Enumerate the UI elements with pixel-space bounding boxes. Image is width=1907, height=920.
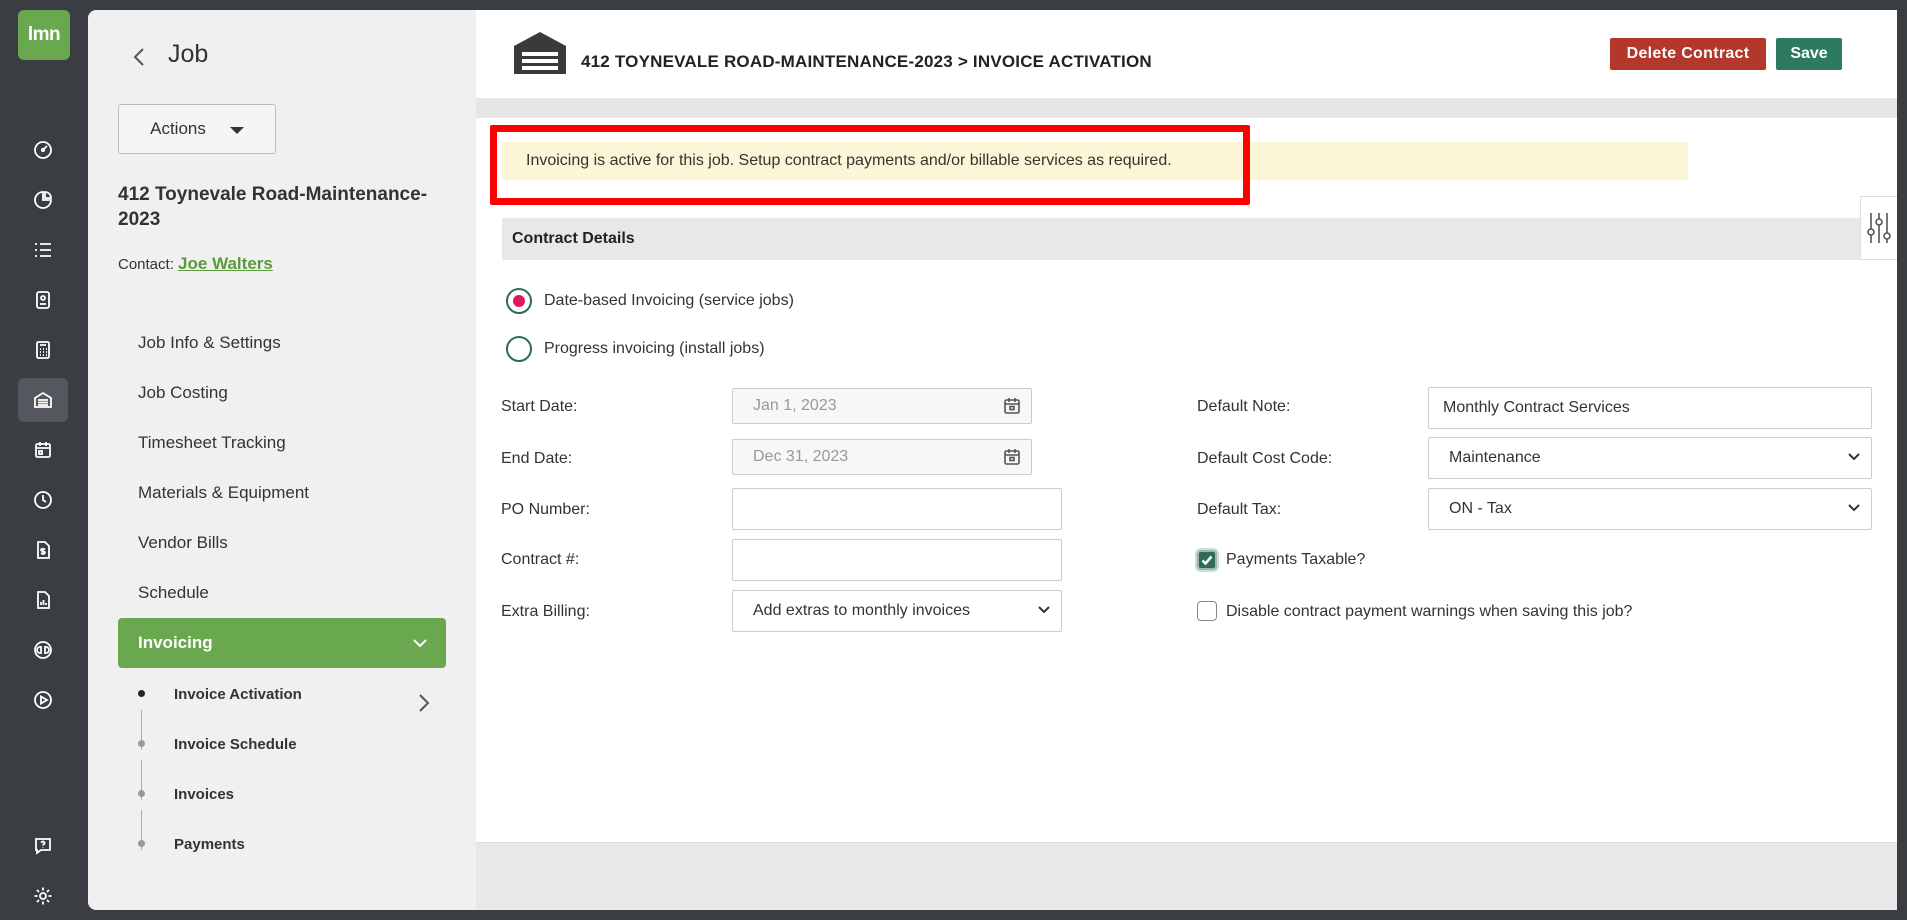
nav-timesheet-tracking[interactable]: Timesheet Tracking [138, 433, 286, 453]
contract-number-input[interactable] [732, 539, 1062, 581]
chevron-down-icon [413, 639, 427, 648]
po-number-input[interactable] [732, 488, 1062, 530]
nav-materials-equipment[interactable]: Materials & Equipment [138, 483, 309, 503]
job-contact: Contact: Joe Walters [118, 254, 273, 274]
tree-dot [138, 690, 145, 697]
clock-icon[interactable] [18, 478, 68, 522]
po-number-label: PO Number: [501, 501, 590, 518]
default-tax-select[interactable]: ON - Tax [1428, 488, 1872, 530]
payments-taxable-checkbox[interactable] [1197, 550, 1217, 570]
quickbooks-icon[interactable] [18, 628, 68, 672]
header-divider [476, 98, 1897, 118]
default-tax-label: Default Tax: [1197, 501, 1282, 518]
invoicing-active-notice: Invoicing is active for this job. Setup … [502, 142, 1688, 180]
start-date-value: Jan 1, 2023 [753, 397, 837, 414]
play-video-icon[interactable] [18, 678, 68, 722]
subnav-invoices[interactable]: Invoices [174, 786, 234, 803]
actions-label: Actions [150, 119, 206, 138]
contact-card-icon[interactable] [18, 278, 68, 322]
subnav-invoice-activation[interactable]: Invoice Activation [174, 686, 302, 703]
end-date-label: End Date: [501, 450, 573, 467]
chevron-down-icon [1848, 504, 1860, 512]
footer-band [476, 842, 1897, 910]
checkmark-icon [1201, 555, 1213, 566]
calendar-icon[interactable] [18, 428, 68, 472]
start-date-label: Start Date: [501, 398, 578, 415]
settings-gear-icon[interactable] [18, 874, 68, 918]
subnav-invoice-schedule[interactable]: Invoice Schedule [174, 736, 297, 753]
contact-label: Contact: [118, 256, 174, 273]
extra-billing-select[interactable]: Add extras to monthly invoices [732, 590, 1062, 632]
extra-billing-label: Extra Billing: [501, 603, 590, 620]
chevron-down-icon [1038, 606, 1050, 614]
contract-number-label: Contract #: [501, 551, 580, 568]
dashboard-icon[interactable] [18, 128, 68, 172]
extra-billing-value: Add extras to monthly invoices [753, 602, 970, 619]
default-cost-code-select[interactable]: Maintenance [1428, 437, 1872, 479]
nav-invoicing-label: Invoicing [138, 633, 213, 652]
list-icon[interactable] [18, 228, 68, 272]
help-chat-icon[interactable] [18, 824, 68, 868]
actions-dropdown-button[interactable]: Actions [118, 104, 276, 154]
nav-schedule[interactable]: Schedule [138, 583, 209, 603]
end-date-field[interactable]: Dec 31, 2023 [732, 439, 1032, 475]
chevron-down-icon [1848, 453, 1860, 461]
radio-unselected[interactable] [506, 336, 532, 362]
breadcrumb: 412 TOYNEVALE ROAD-MAINTENANCE-2023 > IN… [581, 52, 1152, 71]
tree-dot [138, 740, 145, 747]
back-chevron-icon[interactable] [128, 42, 150, 72]
sliders-settings-icon[interactable] [1860, 196, 1897, 260]
delete-contract-button[interactable]: Delete Contract [1610, 38, 1766, 70]
calendar-icon[interactable] [1003, 397, 1021, 415]
disable-warnings-label: Disable contract payment warnings when s… [1226, 603, 1633, 620]
nav-job-costing[interactable]: Job Costing [138, 383, 228, 403]
nav-invoicing[interactable]: Invoicing [118, 618, 446, 668]
sidebar-title: Job [168, 40, 209, 68]
caret-down-icon [229, 127, 244, 134]
garage-icon [514, 32, 566, 74]
icon-rail: lmn [0, 0, 88, 920]
tree-dot [138, 790, 145, 797]
job-name: 412 Toynevale Road-Maintenance-2023 [118, 184, 428, 230]
radio-date-based-label: Date-based Invoicing (service jobs) [544, 292, 794, 309]
default-tax-value: ON - Tax [1449, 500, 1512, 517]
section-title: Contract Details [502, 218, 1897, 260]
main-panel: 412 TOYNEVALE ROAD-MAINTENANCE-2023 > IN… [476, 10, 1897, 910]
default-cost-code-value: Maintenance [1449, 449, 1541, 466]
end-date-value: Dec 31, 2023 [753, 448, 849, 465]
radio-selected[interactable] [506, 288, 532, 314]
radio-progress-label: Progress invoicing (install jobs) [544, 340, 765, 357]
default-cost-code-label: Default Cost Code: [1197, 450, 1333, 467]
job-sidebar: Job Actions 412 Toynevale Road-Maintenan… [88, 10, 476, 910]
lmn-logo[interactable]: lmn [18, 10, 70, 60]
save-button[interactable]: Save [1776, 38, 1842, 70]
radio-progress-invoicing[interactable]: Progress invoicing (install jobs) [506, 336, 765, 362]
start-date-field[interactable]: Jan 1, 2023 [732, 388, 1032, 424]
tree-dot [138, 840, 145, 847]
chevron-right-icon [418, 693, 430, 713]
default-note-input[interactable]: Monthly Contract Services [1428, 387, 1872, 429]
contact-link[interactable]: Joe Walters [178, 254, 273, 273]
subnav-payments[interactable]: Payments [174, 836, 245, 853]
calendar-icon[interactable] [1003, 448, 1021, 466]
nav-vendor-bills[interactable]: Vendor Bills [138, 533, 228, 553]
calculator-icon[interactable] [18, 328, 68, 372]
radio-date-based-invoicing[interactable]: Date-based Invoicing (service jobs) [506, 288, 794, 314]
invoice-dollar-icon[interactable] [18, 528, 68, 572]
payments-taxable-label: Payments Taxable? [1226, 551, 1366, 568]
report-icon[interactable] [18, 578, 68, 622]
default-note-label: Default Note: [1197, 398, 1291, 415]
disable-warnings-checkbox[interactable] [1197, 601, 1217, 621]
page-header: 412 TOYNEVALE ROAD-MAINTENANCE-2023 > IN… [476, 10, 1897, 98]
nav-job-info[interactable]: Job Info & Settings [138, 333, 281, 353]
pie-chart-icon[interactable] [18, 178, 68, 222]
garage-icon[interactable] [18, 378, 68, 422]
